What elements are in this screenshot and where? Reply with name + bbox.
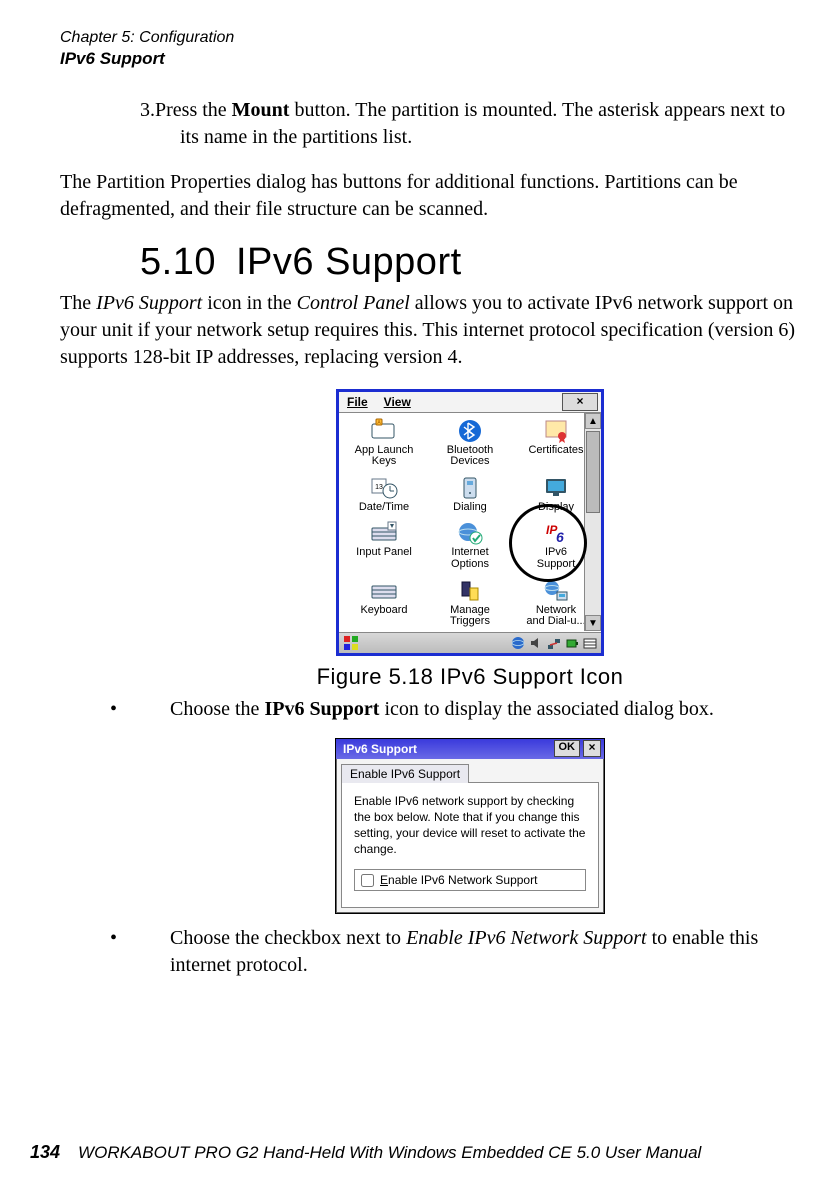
enable-ipv6-checkbox[interactable] — [361, 874, 374, 887]
figure-caption: Figure 5.18 IPv6 Support Icon — [140, 664, 800, 690]
svg-text:6: 6 — [556, 529, 564, 545]
cp-item-clock[interactable]: 13 Date/Time — [341, 474, 427, 514]
network-icon — [541, 577, 571, 605]
dialog-titlebar: IPv6 Support OK × — [336, 739, 604, 759]
cp-item-label: InternetOptions — [451, 547, 489, 570]
cp-item-label: Keyboard — [360, 605, 407, 617]
start-icon[interactable] — [343, 635, 359, 651]
ok-button[interactable]: OK — [554, 740, 581, 757]
tray-battery-icon[interactable] — [565, 636, 579, 650]
keyboard-icon — [369, 519, 399, 547]
taskbar — [339, 632, 601, 653]
tray-sip-icon[interactable] — [583, 636, 597, 650]
cp-item-label: Date/Time — [359, 502, 409, 514]
page-number: 134 — [30, 1142, 60, 1163]
scrollbar[interactable]: ▲ ▼ — [584, 413, 601, 631]
cp-item-bluetooth[interactable]: BluetoothDevices — [427, 417, 513, 468]
close-icon[interactable]: × — [583, 740, 601, 757]
svg-text:13: 13 — [375, 484, 383, 491]
page-header-chapter: Chapter 5: Configuration — [60, 28, 800, 49]
cp-item-label: App LaunchKeys — [355, 445, 414, 468]
tray-network-icon[interactable] — [547, 636, 561, 650]
keyboard2-icon — [369, 577, 399, 605]
cp-item-keyboard[interactable]: Input Panel — [341, 519, 427, 570]
cp-item-label: Display — [538, 502, 574, 514]
tray-globe-icon[interactable] — [511, 636, 525, 650]
ipv6-intro-paragraph: The IPv6 Support icon in the Control Pan… — [60, 290, 800, 371]
enable-ipv6-label: Enable IPv6 Network Support — [380, 873, 537, 887]
triggers-icon — [455, 577, 485, 605]
cp-item-triggers[interactable]: ManageTriggers — [427, 577, 513, 628]
control-panel-window: File View × AApp LaunchKeys BluetoothDevi… — [336, 389, 604, 656]
control-panel-grid: AApp LaunchKeys BluetoothDevices Certifica… — [339, 413, 601, 632]
cp-item-label: ManageTriggers — [450, 605, 490, 628]
cp-item-label: Certificates — [528, 445, 583, 457]
menu-view[interactable]: View — [376, 395, 419, 409]
mount-label: Mount — [232, 99, 290, 121]
dialog-explainer: Enable IPv6 network support by checking … — [354, 793, 586, 858]
menubar: File View × — [339, 392, 601, 413]
dialog-title: IPv6 Support — [339, 742, 554, 756]
enable-ipv6-row[interactable]: Enable IPv6 Network Support — [354, 869, 586, 891]
section-heading: 5.10IPv6 Support — [60, 241, 800, 284]
keys-icon: A — [369, 417, 399, 445]
certificate-icon — [541, 417, 571, 445]
manual-title: WORKABOUT PRO G2 Hand-Held With Windows … — [78, 1143, 701, 1163]
cp-item-keys[interactable]: AApp LaunchKeys — [341, 417, 427, 468]
clock-icon: 13 — [369, 474, 399, 502]
cp-item-label: IPv6Support — [537, 547, 576, 570]
cp-item-globe-check[interactable]: InternetOptions — [427, 519, 513, 570]
bullet-choose-icon: •Choose the IPv6 Support icon to display… — [140, 696, 800, 723]
globe-check-icon — [455, 519, 485, 547]
scroll-thumb[interactable] — [586, 431, 600, 513]
partition-paragraph: The Partition Properties dialog has butt… — [60, 169, 800, 223]
cp-item-phone[interactable]: Dialing — [427, 474, 513, 514]
step-number: 3. — [140, 99, 155, 121]
menu-file[interactable]: File — [339, 395, 376, 409]
page-header-section: IPv6 Support — [60, 49, 800, 69]
phone-icon — [455, 474, 485, 502]
cp-item-label: BluetoothDevices — [447, 445, 493, 468]
ipv6-support-dialog: IPv6 Support OK × Enable IPv6 Support En… — [336, 739, 604, 914]
tab-enable-ipv6[interactable]: Enable IPv6 Support — [341, 764, 469, 783]
display-icon — [541, 474, 571, 502]
cp-item-label: Networkand Dial-u... — [526, 605, 585, 628]
scroll-up-icon[interactable]: ▲ — [585, 413, 601, 429]
scroll-down-icon[interactable]: ▼ — [585, 615, 601, 631]
bullet-enable-checkbox: •Choose the checkbox next to Enable IPv6… — [140, 925, 800, 979]
cp-item-keyboard2[interactable]: Keyboard — [341, 577, 427, 628]
ipv6-icon: IP6 — [541, 519, 571, 547]
cp-item-label: Dialing — [453, 502, 487, 514]
cp-item-label: Input Panel — [356, 547, 412, 559]
tray-volume-icon[interactable] — [529, 636, 543, 650]
step-3: 3.Press the Mount button. The partition … — [140, 97, 800, 151]
close-icon[interactable]: × — [562, 393, 598, 411]
bluetooth-icon — [455, 417, 485, 445]
